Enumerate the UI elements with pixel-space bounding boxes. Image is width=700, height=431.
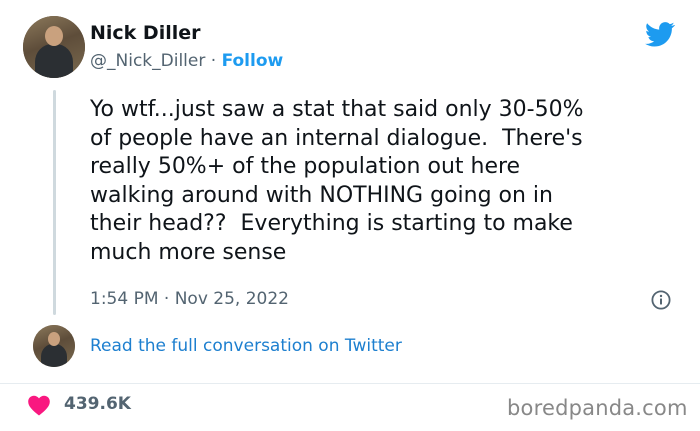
author-name[interactable]: Nick Diller: [90, 22, 201, 44]
tweet-text: Yo wtf...just saw a stat that said only …: [90, 97, 584, 265]
heart-icon[interactable]: [27, 394, 51, 416]
twitter-bird-icon[interactable]: [643, 19, 677, 49]
reply-avatar[interactable]: [33, 325, 75, 367]
author-handle[interactable]: @_Nick_Diller: [90, 51, 205, 71]
tweet-timestamp[interactable]: 1:54 PM · Nov 25, 2022: [90, 289, 289, 309]
separator-dot: ·: [210, 51, 217, 71]
author-avatar[interactable]: [23, 16, 85, 78]
like-count: 439.6K: [64, 394, 131, 414]
divider: [0, 383, 700, 384]
handle-row: @_Nick_Diller · Follow: [90, 51, 283, 71]
thread-line: [53, 90, 56, 315]
follow-button[interactable]: Follow: [222, 51, 284, 71]
read-conversation-link[interactable]: Read the full conversation on Twitter: [90, 336, 402, 356]
watermark: boredpanda.com: [507, 396, 688, 420]
info-icon[interactable]: [651, 290, 671, 310]
